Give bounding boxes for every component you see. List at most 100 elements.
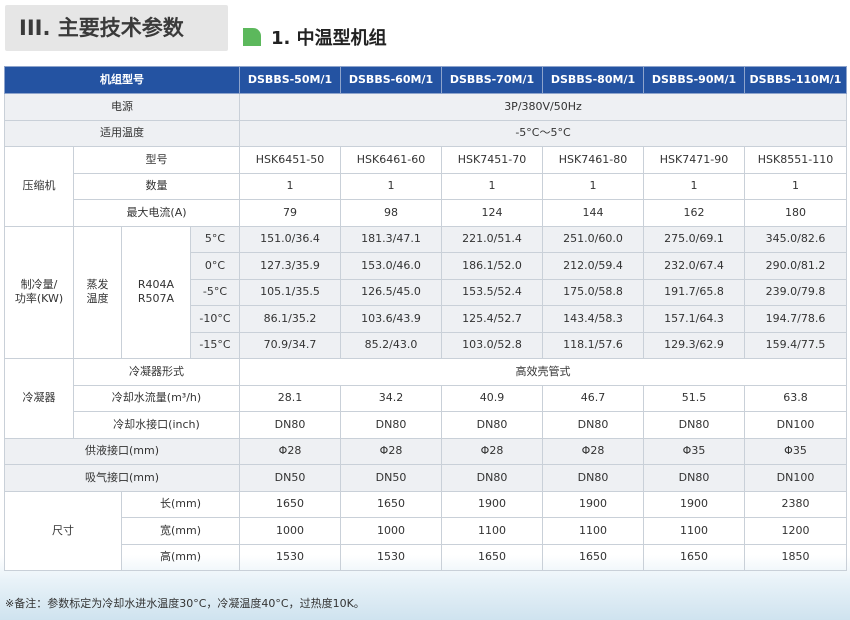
- cell: 221.0/51.4: [441, 225, 543, 253]
- cell: Φ35: [744, 437, 847, 465]
- table-row: 数量 1 1 1 1 1 1: [5, 172, 847, 200]
- cell: HSK8551-110: [744, 146, 847, 174]
- cell: 1000: [340, 517, 442, 545]
- cell: 1100: [643, 517, 745, 545]
- model-header: DSBBS-70M/1: [441, 66, 543, 94]
- table-row: 吸气接口(mm) DN50 DN50 DN80 DN80 DN80 DN100: [4, 464, 847, 492]
- cell: 46.7: [542, 384, 644, 412]
- condenser-flow-label: 冷却水流量(m³/h): [73, 384, 240, 412]
- cell: 162: [643, 199, 745, 227]
- cell: 63.8: [744, 384, 847, 412]
- cell: 98: [340, 199, 442, 227]
- compressor-model-label: 型号: [73, 146, 240, 174]
- cell: 181.3/47.1: [340, 225, 442, 253]
- cell: 186.1/52.0: [441, 252, 543, 280]
- compressor-label: 压缩机: [4, 146, 74, 227]
- table-row: 冷却水接口(inch) DN80 DN80 DN80 DN80 DN80 DN1…: [5, 411, 847, 439]
- cell: 126.5/45.0: [340, 278, 442, 306]
- liquid-port-label: 供液接口(mm): [4, 437, 240, 465]
- cell: 1: [643, 172, 745, 200]
- evap-label-line1: 蒸发: [86, 277, 109, 291]
- table-row: 适用温度 -5°C～5°C: [4, 119, 847, 147]
- cell: 85.2/43.0: [340, 331, 442, 359]
- cell: 1650: [239, 490, 341, 518]
- cell: 144: [542, 199, 644, 227]
- cell: 1: [441, 172, 543, 200]
- cell: DN80: [643, 411, 745, 439]
- evap-temp: -10°C: [190, 305, 240, 333]
- cell: 118.1/57.6: [542, 331, 644, 359]
- cell: 1: [340, 172, 442, 200]
- table-row: 供液接口(mm) Φ28 Φ28 Φ28 Φ28 Φ35 Φ35: [4, 437, 847, 465]
- cell: DN100: [744, 464, 847, 492]
- cell: HSK7461-80: [542, 146, 644, 174]
- evap-temp-label: 蒸发 温度: [73, 225, 122, 359]
- cell: 127.3/35.9: [239, 252, 341, 280]
- cell: 79: [239, 199, 341, 227]
- cell: 175.0/58.8: [542, 278, 644, 306]
- cell: 1100: [542, 517, 644, 545]
- evap-temp: -15°C: [190, 331, 240, 359]
- cell: 70.9/34.7: [239, 331, 341, 359]
- table-row: 高(mm) 1530 1530 1650 1650 1650 1850: [5, 543, 847, 571]
- table-row: 制冷量/ 功率(KW) 蒸发 温度 R404A R507A 5°C 151.0/…: [4, 225, 847, 359]
- refrigerant-label: R404A R507A: [121, 225, 191, 359]
- cell: 275.0/69.1: [643, 225, 745, 253]
- cell: DN80: [441, 464, 543, 492]
- cell: 125.4/52.7: [441, 305, 543, 333]
- cell: DN50: [239, 464, 341, 492]
- cell: 1900: [441, 490, 543, 518]
- temp-range-label: 适用温度: [4, 119, 240, 147]
- table-row: 最大电流(A) 79 98 124 144 162 180: [5, 199, 847, 227]
- cell: 239.0/79.8: [744, 278, 847, 306]
- cell: 103.6/43.9: [340, 305, 442, 333]
- cell: 1650: [643, 543, 745, 571]
- model-header: DSBBS-110M/1: [744, 66, 847, 94]
- compressor-current-label: 最大电流(A): [73, 199, 240, 227]
- cell: 153.5/52.4: [441, 278, 543, 306]
- cooling-label-line2: 功率(KW): [14, 292, 64, 306]
- cell: 1000: [239, 517, 341, 545]
- cell: 1900: [542, 490, 644, 518]
- green-marker-icon: [243, 28, 261, 46]
- cell: HSK6451-50: [239, 146, 341, 174]
- cell: 212.0/59.4: [542, 252, 644, 280]
- cell: 180: [744, 199, 847, 227]
- cell: 124: [441, 199, 543, 227]
- cell: 1850: [744, 543, 847, 571]
- cell: 1530: [340, 543, 442, 571]
- cell: 232.0/67.4: [643, 252, 745, 280]
- cell: 129.3/62.9: [643, 331, 745, 359]
- evap-label-line2: 温度: [86, 292, 109, 306]
- subtitle-block: 1. 中温型机组: [243, 22, 387, 52]
- evap-temp: 5°C: [190, 225, 240, 253]
- evap-temp: 0°C: [190, 252, 240, 280]
- cell: HSK6461-60: [340, 146, 442, 174]
- cooling-capacity-label: 制冷量/ 功率(KW): [4, 225, 74, 359]
- cell: 1530: [239, 543, 341, 571]
- cell: 105.1/35.5: [239, 278, 341, 306]
- cell: 1650: [441, 543, 543, 571]
- suction-port-label: 吸气接口(mm): [4, 464, 240, 492]
- section-title: III. 主要技术参数: [5, 5, 228, 51]
- table-row: 宽(mm) 1000 1000 1100 1100 1100 1200: [5, 517, 847, 545]
- cell: 1900: [643, 490, 745, 518]
- width-label: 宽(mm): [121, 517, 240, 545]
- evap-temp: -5°C: [190, 278, 240, 306]
- refrigerant-line2: R507A: [137, 292, 175, 306]
- cell: DN80: [643, 464, 745, 492]
- length-label: 长(mm): [121, 490, 240, 518]
- cell: Φ28: [340, 437, 442, 465]
- cell: 34.2: [340, 384, 442, 412]
- cell: 159.4/77.5: [744, 331, 847, 359]
- condenser-type-value: 高效壳管式: [239, 358, 847, 386]
- condenser-label: 冷凝器: [4, 358, 74, 439]
- model-header: DSBBS-80M/1: [542, 66, 644, 94]
- footnote: ※备注：参数标定为冷却水进水温度30°C，冷凝温度40°C，过热度10K。: [5, 597, 365, 610]
- dimensions-label: 尺寸: [4, 490, 122, 571]
- cell: DN80: [542, 411, 644, 439]
- compressor-qty-label: 数量: [73, 172, 240, 200]
- cell: DN100: [744, 411, 847, 439]
- cell: Φ28: [542, 437, 644, 465]
- cell: 153.0/46.0: [340, 252, 442, 280]
